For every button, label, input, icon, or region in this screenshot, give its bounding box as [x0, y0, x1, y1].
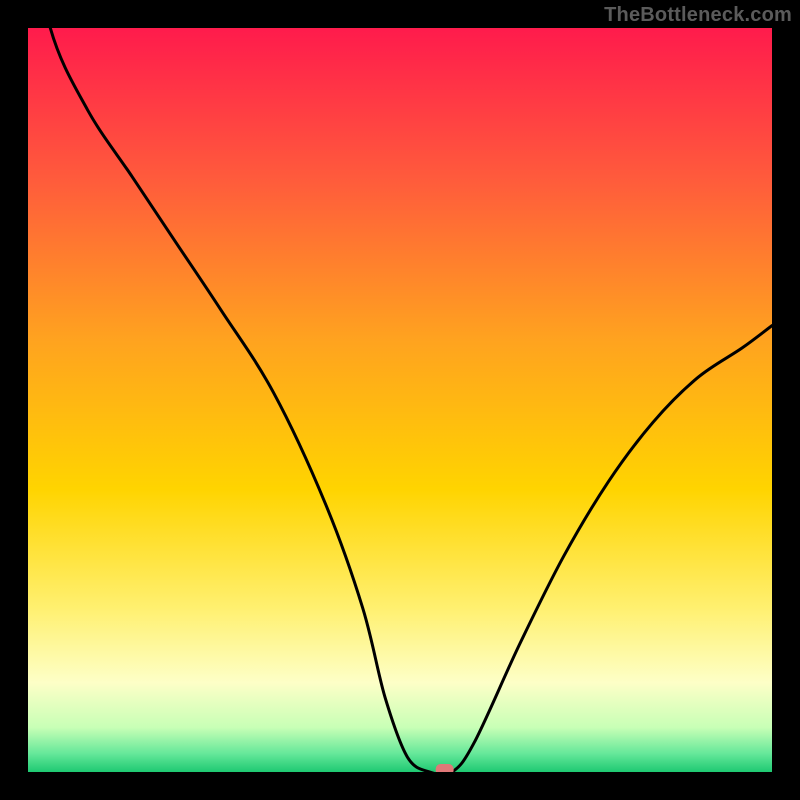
chart-frame: TheBottleneck.com: [0, 0, 800, 800]
attribution-watermark: TheBottleneck.com: [604, 4, 792, 27]
plot-area: [28, 28, 772, 772]
gradient-background: [28, 28, 772, 772]
optimum-marker: [436, 764, 454, 772]
chart-svg: [28, 28, 772, 772]
